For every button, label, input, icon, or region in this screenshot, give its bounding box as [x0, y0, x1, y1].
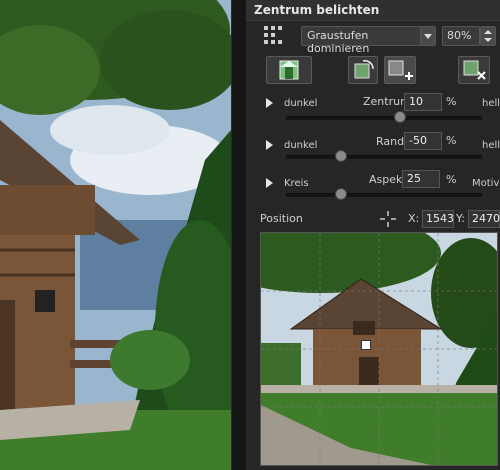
rotate-image-icon: [354, 60, 374, 79]
rand-value: -50: [409, 134, 427, 147]
rand-slider-knob[interactable]: [335, 150, 347, 162]
remove-image-icon: [463, 60, 486, 80]
chevron-down-icon: [424, 34, 432, 39]
zoom-field[interactable]: 80%: [442, 26, 480, 46]
x-value: 1543: [426, 212, 454, 225]
aspekt-unit: %: [446, 173, 457, 186]
rand-value-field[interactable]: -50: [404, 132, 442, 150]
y-label: Y:: [456, 212, 465, 225]
preview-original-icon: [279, 60, 299, 80]
position-preview[interactable]: [260, 232, 498, 466]
add-image-button[interactable]: [384, 56, 416, 84]
aspekt-value: 25: [407, 172, 421, 185]
position-label: Position: [260, 212, 303, 225]
zentrum-unit: %: [446, 95, 457, 108]
y-value: 2470: [472, 212, 500, 225]
expand-rand-icon[interactable]: [266, 140, 273, 150]
remove-image-button[interactable]: [458, 56, 490, 84]
slider-right-label: hell: [482, 140, 500, 151]
mode-select-value: Graustufen dominieren: [307, 29, 370, 55]
rotate-image-button[interactable]: [348, 56, 378, 84]
slider-right-label: hell: [482, 98, 500, 109]
crosshair-icon[interactable]: [379, 210, 397, 228]
zoom-stepper[interactable]: [480, 26, 496, 46]
zoom-value: 80%: [447, 29, 472, 42]
aspekt-slider-knob[interactable]: [335, 188, 347, 200]
photo-canvas[interactable]: [0, 0, 231, 470]
aspekt-value-field[interactable]: 25: [402, 170, 440, 188]
preview-image: [261, 233, 497, 465]
zentrum-slider-track[interactable]: [286, 116, 482, 120]
panel-title: Zentrum belichten: [254, 3, 380, 17]
exposure-panel: Zentrum belichten Graustufen dominieren …: [246, 0, 500, 470]
slider-left-label: dunkel: [284, 140, 318, 151]
preview-original-button[interactable]: [266, 56, 312, 84]
aspekt-slider-track[interactable]: [286, 193, 482, 197]
center-handle[interactable]: [361, 340, 371, 350]
mode-select[interactable]: Graustufen dominieren: [301, 26, 423, 55]
photo-image: [0, 0, 231, 470]
zentrum-slider-knob[interactable]: [394, 111, 406, 123]
mode-select-dropdown[interactable]: [420, 26, 436, 46]
x-label: X:: [408, 212, 420, 225]
panel-splitter[interactable]: [231, 0, 246, 470]
y-field[interactable]: 2470: [468, 210, 500, 228]
slider-left-label: Kreis: [284, 178, 309, 189]
panel-header: Zentrum belichten: [246, 0, 500, 21]
rand-unit: %: [446, 134, 457, 147]
expand-zentrum-icon[interactable]: [266, 98, 273, 108]
slider-name-label: Rand: [376, 135, 405, 148]
rand-slider-track[interactable]: [286, 155, 482, 159]
slider-left-label: dunkel: [284, 98, 318, 109]
zentrum-value: 10: [409, 95, 423, 108]
zentrum-value-field[interactable]: 10: [404, 93, 442, 111]
add-image-icon: [388, 60, 413, 80]
x-field[interactable]: 1543: [422, 210, 454, 228]
expand-aspekt-icon[interactable]: [266, 178, 273, 188]
slider-right-label: Motiv: [472, 178, 500, 189]
grid-icon[interactable]: [262, 24, 284, 46]
